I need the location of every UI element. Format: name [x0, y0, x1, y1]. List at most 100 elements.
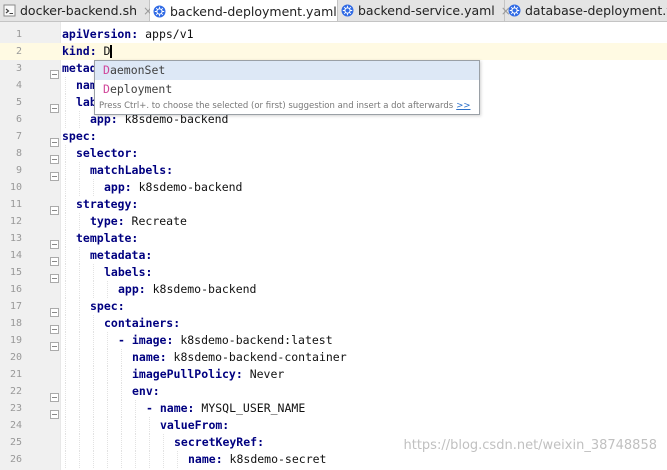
tab-backend-service-yaml[interactable]: backend-service.yaml × — [338, 0, 511, 21]
indent-guide — [65, 145, 66, 162]
line-number: 5 — [15, 97, 22, 108]
indent-guide — [93, 366, 94, 383]
yaml-value: k8sdemo-backend-container — [166, 350, 347, 364]
yaml-key: template: — [76, 231, 139, 245]
yaml-key: secretKeyRef: — [174, 435, 265, 449]
tab-label: database-deployment.yaml — [525, 3, 667, 18]
indent-guide — [65, 77, 66, 94]
line-number: 17 — [9, 301, 22, 312]
indent-guide — [65, 315, 66, 332]
line-number: 26 — [9, 454, 22, 465]
line-number: 4 — [15, 80, 22, 91]
indent-guide — [79, 315, 80, 332]
indent-guide — [65, 417, 66, 434]
yaml-value: k8sdemo-backend — [145, 282, 257, 296]
indent-guide — [65, 94, 66, 111]
indent-guide — [65, 281, 66, 298]
indent-guide — [65, 434, 66, 451]
fold-toggle-icon[interactable] — [50, 404, 59, 419]
indent-guide — [107, 400, 108, 417]
yaml-key: matchLabels: — [90, 163, 174, 177]
code-line: secretKeyRef: — [174, 434, 264, 451]
fold-toggle-icon[interactable] — [50, 251, 59, 266]
line-number: 18 — [9, 318, 22, 329]
indent-guide — [93, 281, 94, 298]
line-number: 16 — [9, 284, 22, 295]
indent-guide — [65, 366, 66, 383]
autocomplete-item-deployment[interactable]: Deployment — [95, 80, 479, 99]
yaml-key: env: — [132, 384, 160, 398]
fold-toggle-icon[interactable] — [50, 336, 59, 351]
indent-guide — [163, 451, 164, 468]
indent-guide — [65, 230, 66, 247]
indent-guide — [93, 434, 94, 451]
yaml-key: apiVersion: — [62, 27, 139, 41]
code-line: selector: — [76, 145, 138, 162]
indent-guide — [79, 179, 80, 196]
line-number: 23 — [9, 403, 22, 414]
indent-guide — [65, 451, 66, 468]
indent-guide — [93, 417, 94, 434]
yaml-key: valueFrom: — [160, 418, 230, 432]
indent-guide — [65, 247, 66, 264]
autocomplete-hint: Press Ctrl+. to choose the selected (or … — [99, 101, 471, 111]
editor-tab-bar: docker-backend.sh × backend-deployment.y… — [0, 0, 667, 22]
fold-toggle-icon[interactable] — [50, 268, 59, 283]
code-line: containers: — [104, 315, 180, 332]
fold-toggle-icon[interactable] — [50, 302, 59, 317]
tab-backend-deployment-yaml[interactable]: backend-deployment.yaml × — [150, 0, 353, 21]
line-number: 12 — [9, 216, 22, 227]
indent-guide — [65, 179, 66, 196]
yaml-key: kind: — [62, 44, 97, 58]
yaml-key: metadata: — [90, 248, 153, 262]
yaml-value: k8sdemo-backend:latest — [173, 333, 333, 347]
yaml-key: - image: — [118, 333, 174, 347]
indent-guide — [121, 417, 122, 434]
code-line: apiVersion: apps/v1 — [62, 26, 194, 43]
code-line: env: — [132, 383, 160, 400]
indent-guide — [79, 298, 80, 315]
text-cursor — [110, 45, 112, 58]
line-number: 7 — [15, 131, 22, 142]
fold-toggle-icon[interactable] — [50, 200, 59, 215]
yaml-key: - name: — [146, 401, 195, 415]
autocomplete-popup: DaemonSet Deployment Press Ctrl+. to cho… — [94, 60, 480, 115]
yaml-value: MYSQL_USER_NAME — [194, 401, 306, 415]
fold-toggle-icon[interactable] — [50, 234, 59, 249]
code-line: kind: D — [62, 43, 110, 60]
fold-toggle-icon[interactable] — [50, 319, 59, 334]
fold-toggle-icon[interactable] — [50, 149, 59, 164]
indent-guide — [93, 332, 94, 349]
indent-guide — [93, 315, 94, 332]
autocomplete-item-daemonset[interactable]: DaemonSet — [95, 61, 479, 80]
indent-guide — [149, 434, 150, 451]
indent-guide — [65, 400, 66, 417]
yaml-value: apps/v1 — [138, 27, 194, 41]
indent-guide — [177, 451, 178, 468]
indent-guide — [65, 162, 66, 179]
indent-guide — [79, 451, 80, 468]
fold-toggle-icon[interactable] — [50, 98, 59, 113]
indent-guide — [107, 417, 108, 434]
line-number: 1 — [15, 29, 22, 40]
code-line: app: k8sdemo-backend — [118, 281, 256, 298]
tab-database-deployment-yaml[interactable]: database-deployment.yaml — [505, 0, 667, 21]
code-line: valueFrom: — [160, 417, 229, 434]
indent-guide — [79, 162, 80, 179]
gutter-divider — [60, 22, 61, 470]
line-number: 22 — [9, 386, 22, 397]
yaml-key: imagePullPolicy: — [132, 367, 243, 381]
shell-script-icon — [3, 4, 16, 17]
tab-docker-backend-sh[interactable]: docker-backend.sh × — [0, 0, 153, 21]
fold-toggle-icon[interactable] — [50, 387, 59, 402]
fold-toggle-icon[interactable] — [50, 132, 59, 147]
line-number: 6 — [15, 114, 22, 125]
hint-more-link[interactable]: >> — [456, 101, 470, 111]
indent-guide — [135, 451, 136, 468]
fold-toggle-icon[interactable] — [50, 64, 59, 79]
kubernetes-icon — [153, 5, 166, 18]
indent-guide — [107, 281, 108, 298]
fold-toggle-icon[interactable] — [50, 166, 59, 181]
indent-guide — [79, 281, 80, 298]
code-line: metadata: — [90, 247, 152, 264]
